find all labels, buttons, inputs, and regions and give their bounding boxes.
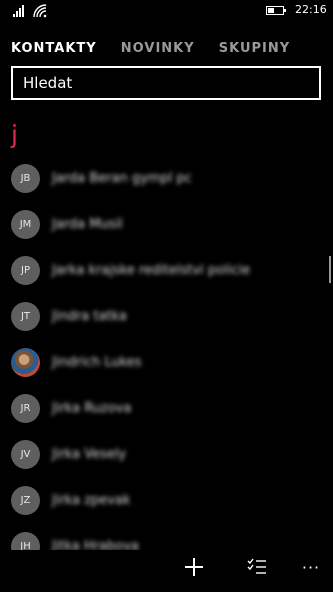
select-icon [247,558,266,574]
tab-novinky[interactable]: NOVINKY [121,41,195,56]
status-bar: 22:16 [0,0,333,24]
contact-name: Jirka zpevak [52,493,131,508]
contact-row[interactable]: JT Jindra tatka [0,298,333,344]
clock: 22:16 [295,3,327,16]
contact-name: Jarda Beran gympl pc [52,171,192,186]
search-input[interactable]: Hledat [11,66,321,100]
contact-row[interactable]: JR Jirka Ruzova [0,390,333,436]
contact-row[interactable]: JP Jarka krajske reditelstvi policie [0,252,333,298]
contact-avatar: JT [11,302,40,331]
contact-avatar: JR [11,394,40,423]
contact-row[interactable]: JZ Jirka zpevak [0,482,333,528]
contact-avatar: JV [11,440,40,469]
select-button[interactable] [240,550,274,584]
tab-kontakty[interactable]: KONTAKTY [11,41,97,56]
contact-avatar [11,348,40,377]
signal-icon [13,5,24,17]
scroll-indicator [329,256,331,283]
battery-level [268,8,275,13]
wifi-icon [33,4,47,18]
more-icon: ··· [301,557,321,577]
contact-name: Jindrich Lukes [52,355,142,370]
contact-avatar: JZ [11,486,40,515]
contact-name: Jindra tatka [52,309,127,324]
contact-row[interactable]: Jindrich Lukes [0,344,333,390]
contact-name: Jirka Vesely [52,447,127,462]
contact-name: Jarka krajske reditelstvi policie [52,263,251,278]
contact-row[interactable]: JM Jarda Musil [0,206,333,252]
contact-avatar: JP [11,256,40,285]
contact-avatar: JB [11,164,40,193]
app-bar: ··· [0,542,333,592]
more-button[interactable]: ··· [294,550,328,584]
battery-icon [266,6,286,15]
contact-name: Jarda Musil [52,217,123,232]
contact-avatar: JM [11,210,40,239]
pivot-header: KONTAKTY NOVINKY SKUPINY [11,37,333,57]
add-contact-button[interactable] [177,550,211,584]
tab-skupiny[interactable]: SKUPINY [219,41,290,56]
group-header-letter[interactable]: j [11,120,18,149]
add-icon [185,558,203,576]
contact-row[interactable]: JB Jarda Beran gympl pc [0,160,333,206]
contact-name: Jirka Ruzova [52,401,132,416]
contact-list[interactable]: JB Jarda Beran gympl pc JM Jarda Musil JP Jar… [0,160,333,550]
contact-row[interactable]: JV Jirka Vesely [0,436,333,482]
